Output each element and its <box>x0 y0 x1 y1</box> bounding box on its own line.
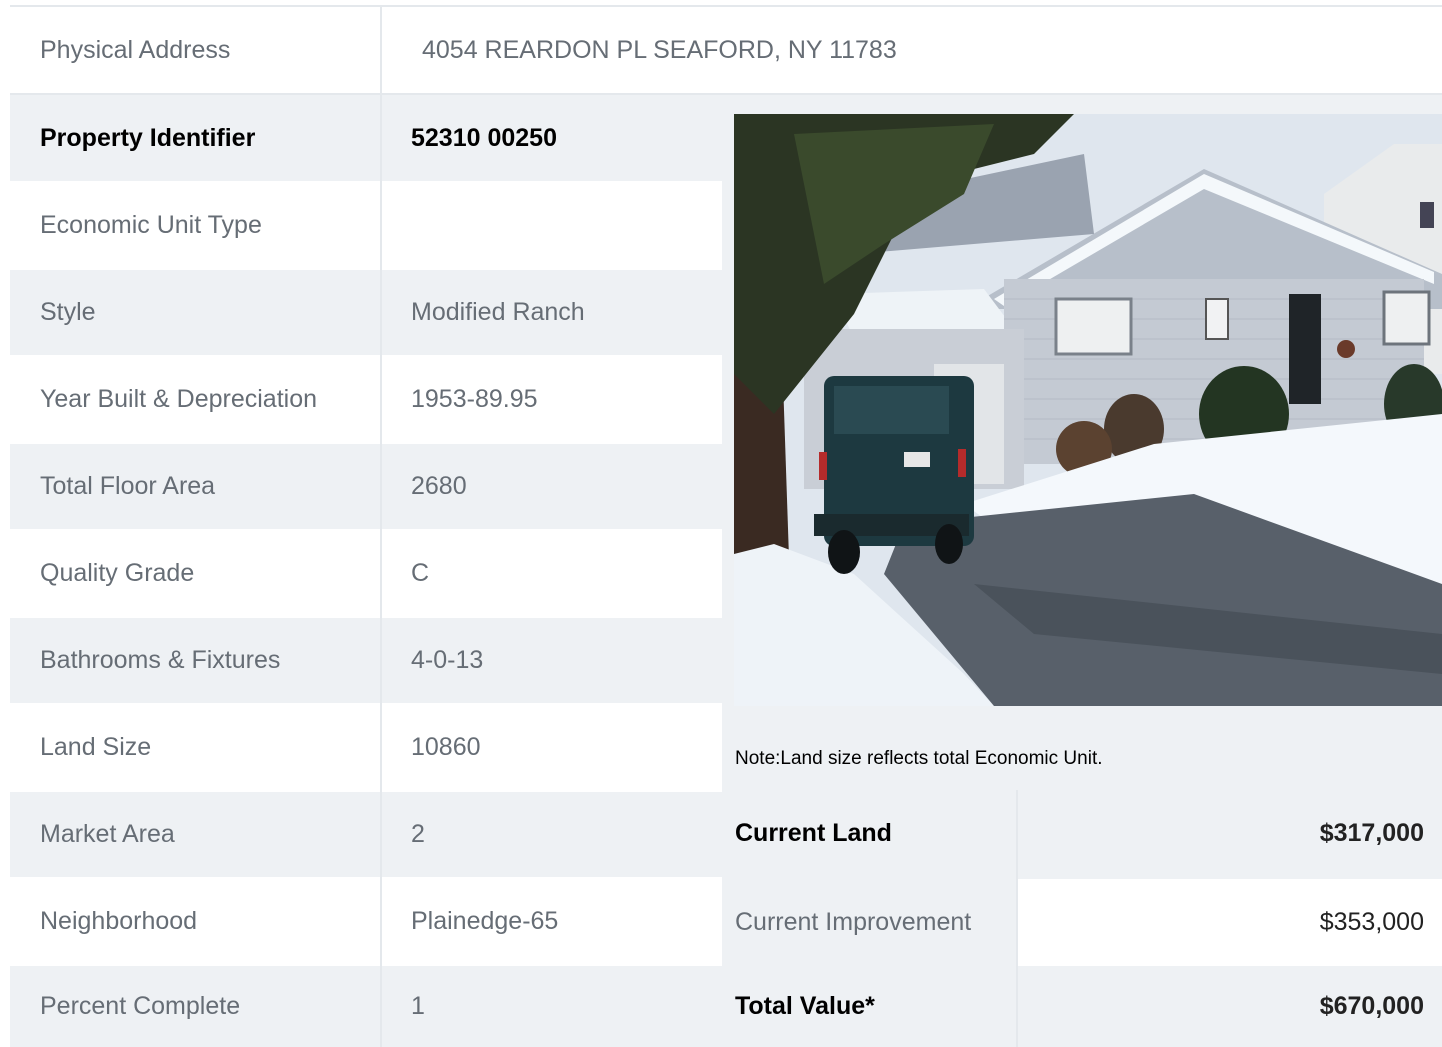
total-value-label: Total Value* <box>735 992 875 1020</box>
current-improvement-label: Current Improvement <box>735 908 972 936</box>
row-value-9: Plainedge-65 <box>382 879 722 964</box>
current-improvement-value: $353,000 <box>1319 908 1424 936</box>
row-value-10: 1 <box>382 966 722 1047</box>
value-row-total-value: Total Value* $670,000 <box>722 966 1442 1047</box>
value-row-current-land: Current Land $317,000 <box>722 790 1442 877</box>
row-value-5: C <box>382 531 722 616</box>
row-value-0: 52310 00250 <box>382 95 722 181</box>
row-label-4: Total Floor Area <box>10 444 380 529</box>
row-value-6: 4-0-13 <box>382 618 722 703</box>
row-label-0: Property Identifier <box>10 95 380 181</box>
row-value-4: 2680 <box>382 444 722 529</box>
row-label-6: Bathrooms & Fixtures <box>10 618 380 703</box>
row-label-9: Neighborhood <box>10 879 380 964</box>
row-value-3: 1953-89.95 <box>382 357 722 442</box>
row-label-5: Quality Grade <box>10 531 380 616</box>
address-label-cell: Physical Address <box>10 7 380 93</box>
house-photo <box>734 114 1442 706</box>
row-label-8: Market Area <box>10 792 380 877</box>
address-value-cell: 4054 REARDON PL SEAFORD, NY 11783 <box>382 7 1442 93</box>
house-image <box>734 114 1442 706</box>
row-label-1: Economic Unit Type <box>10 183 380 268</box>
row-value-1 <box>382 183 722 268</box>
current-land-label: Current Land <box>735 819 892 847</box>
row-label-7: Land Size <box>10 705 380 790</box>
row-label-2: Style <box>10 270 380 355</box>
row-label-3: Year Built & Depreciation <box>10 357 380 442</box>
total-value-value: $670,000 <box>1319 992 1424 1020</box>
address-label: Physical Address <box>40 35 231 64</box>
row-label-10: Percent Complete <box>10 966 380 1047</box>
row-value-8: 2 <box>382 792 722 877</box>
land-size-note: Note:Land size reflects total Economic U… <box>735 748 1103 769</box>
row-value-7: 10860 <box>382 705 722 790</box>
row-value-2: Modified Ranch <box>382 270 722 355</box>
current-land-value: $317,000 <box>1319 819 1424 847</box>
value-row-current-improvement: Current Improvement $353,000 <box>722 879 1442 966</box>
address-value: 4054 REARDON PL SEAFORD, NY 11783 <box>422 35 897 64</box>
